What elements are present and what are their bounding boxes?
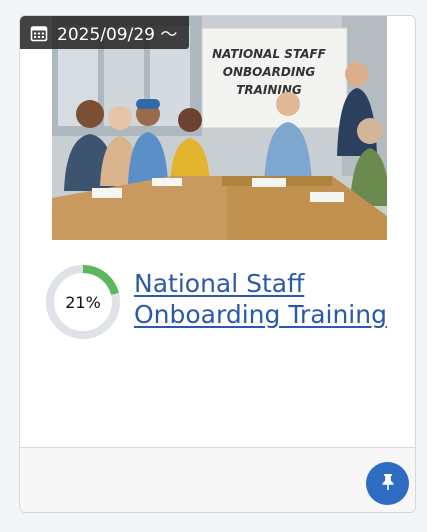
progress-ring: 21%: [44, 263, 122, 341]
card-footer: [20, 447, 415, 512]
start-date-badge: 2025/09/29 〜: [20, 16, 190, 49]
pin-button[interactable]: [366, 462, 409, 505]
pin-icon: [380, 473, 396, 494]
progress-percent: 21%: [65, 292, 101, 312]
training-photo: NATIONAL STAFF ONBOARDING TRAINING: [52, 16, 387, 240]
course-card: NATIONAL STAFF ONBOARDING TRAINING 2025/…: [19, 15, 416, 513]
whiteboard-line-2: ONBOARDING: [223, 65, 316, 79]
start-date-text: 2025/09/29 〜: [57, 25, 178, 45]
course-image[interactable]: NATIONAL STAFF ONBOARDING TRAINING: [52, 16, 387, 240]
whiteboard-line-1: NATIONAL STAFF: [212, 47, 327, 61]
calendar-icon: [30, 24, 48, 42]
course-title-link[interactable]: National Staff Onboarding Training: [134, 268, 404, 330]
